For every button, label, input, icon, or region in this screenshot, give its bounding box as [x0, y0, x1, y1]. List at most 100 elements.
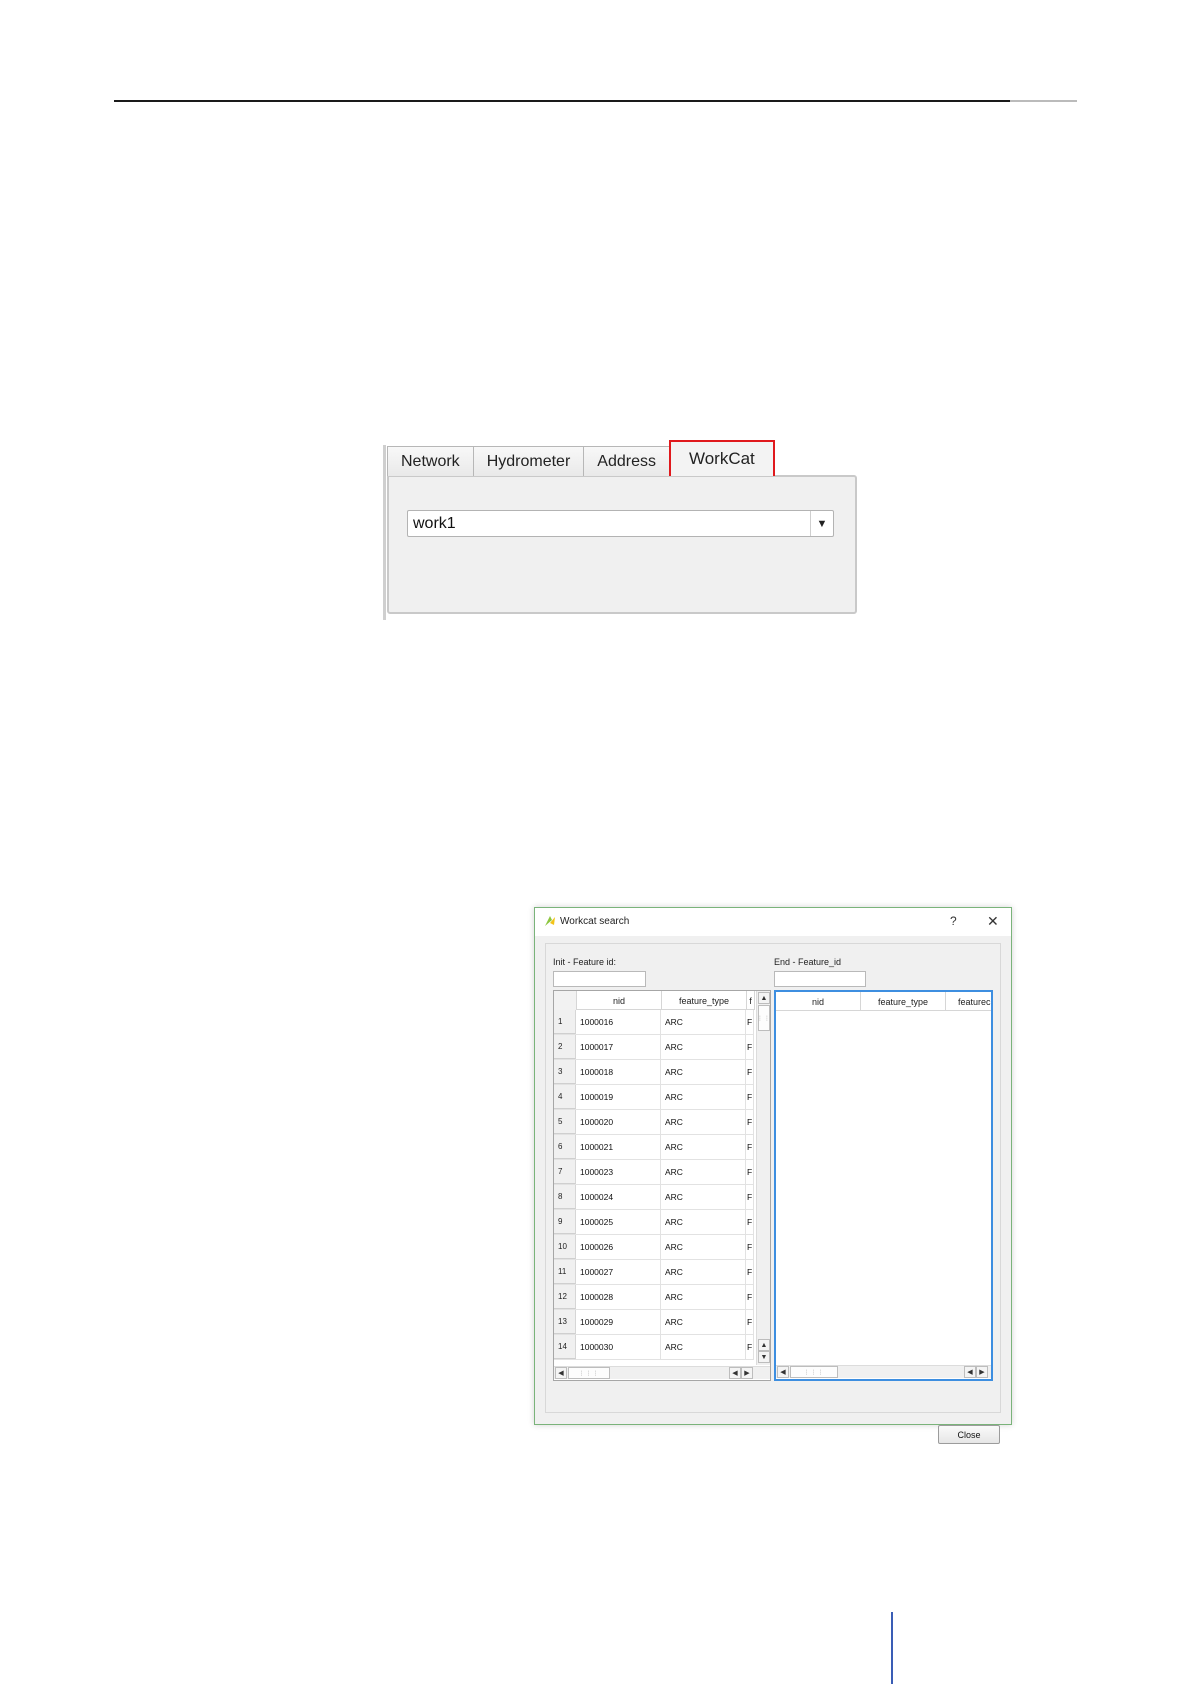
table-row[interactable]: 2 1000017 ARC F: [554, 1035, 754, 1060]
table-row[interactable]: 13 1000029 ARC F: [554, 1310, 754, 1335]
cell-extra[interactable]: F: [746, 1310, 754, 1334]
cell-nid[interactable]: 1000017: [576, 1035, 661, 1059]
cell-nid[interactable]: 1000021: [576, 1135, 661, 1159]
workcat-combobox[interactable]: work1 ▼: [407, 510, 834, 537]
row-number[interactable]: 6: [554, 1135, 576, 1159]
cell-extra[interactable]: F: [746, 1210, 754, 1234]
cell-feature-type[interactable]: ARC: [661, 1010, 746, 1034]
table-row[interactable]: 6 1000021 ARC F: [554, 1135, 754, 1160]
chevron-down-icon[interactable]: ▼: [810, 511, 833, 536]
init-results-table[interactable]: nid feature_type f 1 1000016 ARC F 2 1000017…: [553, 990, 771, 1381]
cell-nid[interactable]: 1000030: [576, 1335, 661, 1359]
cell-extra[interactable]: F: [746, 1085, 754, 1109]
row-number[interactable]: 4: [554, 1085, 576, 1109]
init-feature-id-input[interactable]: [553, 971, 646, 987]
scroll-up-icon[interactable]: ▲: [758, 992, 770, 1004]
table-row[interactable]: 7 1000023 ARC F: [554, 1160, 754, 1185]
cell-nid[interactable]: 1000020: [576, 1110, 661, 1134]
scroll-left-icon[interactable]: ◀: [964, 1366, 976, 1378]
cell-feature-type[interactable]: ARC: [661, 1185, 746, 1209]
cell-nid[interactable]: 1000025: [576, 1210, 661, 1234]
end-feature-id-input[interactable]: [774, 971, 866, 987]
cell-extra[interactable]: F: [746, 1185, 754, 1209]
cell-extra[interactable]: F: [746, 1010, 754, 1034]
cell-extra[interactable]: F: [746, 1335, 754, 1359]
close-button[interactable]: Close: [938, 1425, 1000, 1444]
cell-feature-type[interactable]: ARC: [661, 1160, 746, 1184]
scroll-down-icon[interactable]: ▼: [758, 1351, 770, 1363]
column-header-feature-type[interactable]: feature_type: [861, 992, 946, 1011]
row-number[interactable]: 11: [554, 1260, 576, 1284]
cell-extra[interactable]: F: [746, 1285, 754, 1309]
vertical-scroll-thumb[interactable]: ⋮⋮: [757, 1005, 770, 1031]
tab-address[interactable]: Address: [583, 446, 670, 476]
row-number[interactable]: 10: [554, 1235, 576, 1259]
row-number[interactable]: 7: [554, 1160, 576, 1184]
column-header-feature-type[interactable]: feature_type: [662, 991, 747, 1010]
table-row[interactable]: 9 1000025 ARC F: [554, 1210, 754, 1235]
row-number[interactable]: 9: [554, 1210, 576, 1234]
cell-extra[interactable]: F: [746, 1135, 754, 1159]
scroll-right-icon[interactable]: ▶: [976, 1366, 988, 1378]
table-row[interactable]: 8 1000024 ARC F: [554, 1185, 754, 1210]
tab-network[interactable]: Network: [387, 446, 474, 476]
cell-nid[interactable]: 1000018: [576, 1060, 661, 1084]
table-row[interactable]: 12 1000028 ARC F: [554, 1285, 754, 1310]
cell-nid[interactable]: 1000024: [576, 1185, 661, 1209]
table-row[interactable]: 10 1000026 ARC F: [554, 1235, 754, 1260]
cell-extra[interactable]: F: [746, 1260, 754, 1284]
row-number[interactable]: 5: [554, 1110, 576, 1134]
close-icon[interactable]: ✕: [987, 913, 999, 930]
cell-nid[interactable]: 1000029: [576, 1310, 661, 1334]
tab-hydrometer[interactable]: Hydrometer: [472, 446, 585, 476]
end-results-table[interactable]: nid feature_type featurec ◀ ⋮⋮⋮ ◀ ▶: [774, 990, 993, 1381]
cell-extra[interactable]: F: [746, 1235, 754, 1259]
table-row[interactable]: 1 1000016 ARC F: [554, 1010, 754, 1035]
cell-extra[interactable]: F: [746, 1110, 754, 1134]
row-number[interactable]: 2: [554, 1035, 576, 1059]
cell-nid[interactable]: 1000027: [576, 1260, 661, 1284]
cell-nid[interactable]: 1000026: [576, 1235, 661, 1259]
row-number[interactable]: 1: [554, 1010, 576, 1034]
cell-extra[interactable]: F: [746, 1035, 754, 1059]
scroll-up-icon[interactable]: ▲: [758, 1339, 770, 1351]
cell-feature-type[interactable]: ARC: [661, 1085, 746, 1109]
cell-feature-type[interactable]: ARC: [661, 1060, 746, 1084]
scroll-right-icon[interactable]: ▶: [741, 1367, 753, 1379]
tab-workcat[interactable]: WorkCat: [668, 440, 775, 476]
cell-feature-type[interactable]: ARC: [661, 1285, 746, 1309]
row-number[interactable]: 14: [554, 1335, 576, 1359]
horizontal-scrollbar[interactable]: ◀ ⋮⋮⋮ ◀ ▶: [554, 1366, 770, 1379]
row-number[interactable]: 3: [554, 1060, 576, 1084]
column-header-nid[interactable]: nid: [577, 991, 662, 1010]
scroll-left-icon[interactable]: ◀: [777, 1366, 789, 1378]
cell-feature-type[interactable]: ARC: [661, 1110, 746, 1134]
cell-feature-type[interactable]: ARC: [661, 1035, 746, 1059]
column-header-nid[interactable]: nid: [776, 992, 861, 1011]
horizontal-scroll-thumb[interactable]: ⋮⋮⋮: [790, 1366, 838, 1378]
column-header-featurecat[interactable]: featurec: [946, 992, 991, 1011]
cell-nid[interactable]: 1000016: [576, 1010, 661, 1034]
cell-feature-type[interactable]: ARC: [661, 1210, 746, 1234]
scroll-left-icon[interactable]: ◀: [729, 1367, 741, 1379]
table-row[interactable]: 5 1000020 ARC F: [554, 1110, 754, 1135]
vertical-scrollbar[interactable]: ▲ ⋮⋮ ▲ ▼: [756, 991, 770, 1365]
column-header-extra[interactable]: f: [747, 991, 755, 1010]
cell-nid[interactable]: 1000019: [576, 1085, 661, 1109]
cell-extra[interactable]: F: [746, 1060, 754, 1084]
scroll-left-icon[interactable]: ◀: [555, 1367, 567, 1379]
table-row[interactable]: 14 1000030 ARC F: [554, 1335, 754, 1360]
horizontal-scroll-thumb[interactable]: ⋮⋮⋮: [568, 1367, 610, 1379]
cell-feature-type[interactable]: ARC: [661, 1135, 746, 1159]
row-number[interactable]: 8: [554, 1185, 576, 1209]
table-row[interactable]: 3 1000018 ARC F: [554, 1060, 754, 1085]
cell-extra[interactable]: F: [746, 1160, 754, 1184]
row-number[interactable]: 12: [554, 1285, 576, 1309]
horizontal-scrollbar[interactable]: ◀ ⋮⋮⋮ ◀ ▶: [776, 1365, 991, 1378]
cell-feature-type[interactable]: ARC: [661, 1260, 746, 1284]
cell-feature-type[interactable]: ARC: [661, 1235, 746, 1259]
cell-feature-type[interactable]: ARC: [661, 1310, 746, 1334]
cell-nid[interactable]: 1000028: [576, 1285, 661, 1309]
cell-feature-type[interactable]: ARC: [661, 1335, 746, 1359]
row-number[interactable]: 13: [554, 1310, 576, 1334]
